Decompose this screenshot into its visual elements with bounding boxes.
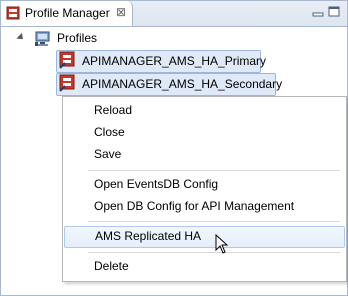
menu-item-reload[interactable]: Reload (63, 100, 346, 120)
view-tab-strip: Profile Manager ⊠ (1, 1, 347, 27)
menu-separator (88, 221, 340, 222)
menu-item-open-eventsdb-config[interactable]: Open EventsDB Config (63, 174, 346, 194)
view-title: Profile Manager (25, 6, 110, 20)
menu-item-label: Delete (94, 259, 129, 273)
profile-manager-tab[interactable]: Profile Manager ⊠ (1, 1, 133, 26)
maximize-icon[interactable] (328, 6, 340, 18)
menu-item-ams-replicated-ha[interactable]: AMS Replicated HA (64, 226, 345, 248)
menu-item-label: Open DB Config for API Management (94, 199, 295, 213)
menu-item-label: Close (94, 125, 125, 139)
context-menu: Reload Close Save Open EventsDB Config O… (62, 96, 347, 282)
menu-item-open-db-config-api-management[interactable]: Open DB Config for API Management (63, 196, 346, 216)
menu-item-delete[interactable]: Delete (63, 256, 346, 276)
profile-manager-view: Profile Manager ⊠ Profiles APIMANAGER_AM… (0, 0, 348, 296)
menu-item-label: Open EventsDB Config (94, 177, 219, 191)
menu-separator (88, 252, 340, 253)
minimize-icon[interactable] (312, 6, 324, 18)
close-icon[interactable]: ⊠ (116, 5, 126, 19)
expand-twisty-icon[interactable] (16, 32, 26, 43)
menu-item-label: Reload (94, 103, 133, 117)
profile-manager-icon (6, 6, 20, 20)
mouse-pointer-icon (215, 234, 229, 254)
tree-root-profiles[interactable]: Profiles (57, 31, 97, 45)
computer-icon (35, 31, 50, 46)
menu-separator (88, 170, 340, 171)
tree-item-secondary[interactable]: APIMANAGER_AMS_HA_Secondary (82, 77, 282, 91)
menu-item-label: Save (94, 147, 122, 161)
server-profile-icon (59, 51, 75, 69)
menu-item-label: AMS Replicated HA (95, 229, 202, 243)
server-profile-icon (59, 74, 75, 92)
menu-item-close[interactable]: Close (63, 122, 346, 142)
tree-item-primary[interactable]: APIMANAGER_AMS_HA_Primary (82, 54, 266, 68)
menu-item-save[interactable]: Save (63, 144, 346, 164)
